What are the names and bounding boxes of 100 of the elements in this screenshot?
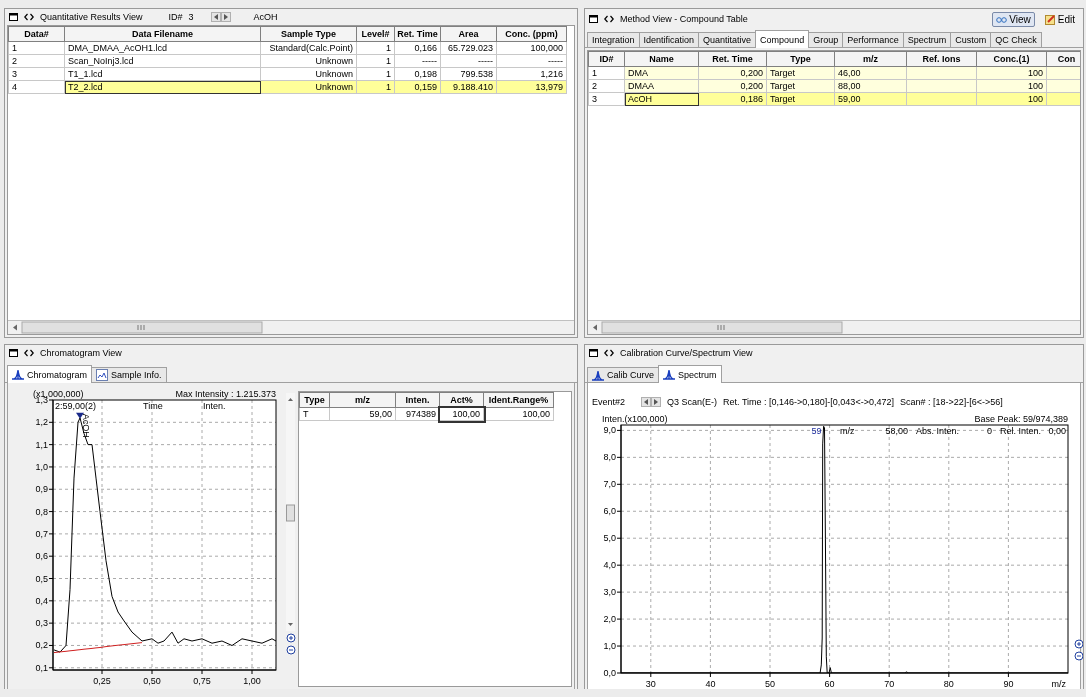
tab[interactable]: Spectrum — [902, 32, 952, 47]
column-header[interactable]: m/z — [834, 51, 907, 67]
table-cell: ----- — [440, 54, 497, 68]
tick-label: 50 — [765, 679, 775, 689]
table-cell: Scan_NoInj3.lcd — [64, 54, 261, 68]
view-title: Chromatogram View — [40, 348, 122, 358]
column-header[interactable]: Area — [440, 26, 497, 42]
tick-label: 4,0 — [603, 560, 616, 571]
table-cell: ----- — [394, 54, 441, 68]
id-label: ID# — [168, 12, 183, 22]
column-header[interactable]: Name — [624, 51, 699, 67]
peak-icon — [592, 369, 604, 381]
table-cell: Target — [766, 79, 835, 93]
tick-label: 0,9 — [35, 484, 48, 495]
pencil-icon — [1044, 13, 1056, 25]
tick-label: 1,0 — [35, 461, 48, 472]
axis-label: m/z — [1051, 679, 1066, 689]
window-icon[interactable] — [9, 349, 18, 357]
angle-brackets-icon[interactable] — [604, 15, 614, 23]
tick-label: 80 — [943, 679, 954, 689]
tab[interactable]: Identification — [638, 32, 700, 47]
window-icon[interactable] — [589, 15, 598, 23]
table-cell: 0,166 — [394, 41, 441, 55]
tick-label: 1,1 — [35, 439, 48, 450]
horizontal-scrollbar[interactable] — [588, 320, 1080, 334]
event-label: Event#2 — [592, 397, 626, 407]
table-cell: Standard(Calc.Point) — [260, 41, 357, 55]
zoom-in-icon[interactable] — [1074, 639, 1083, 649]
table-cell: Unknown — [260, 67, 357, 81]
tick-label: 60 — [824, 679, 835, 689]
tab[interactable]: Integration — [587, 32, 640, 47]
angle-brackets-icon[interactable] — [24, 13, 34, 21]
zoom-in-icon[interactable] — [285, 633, 296, 643]
table-cell: 0,159 — [394, 80, 441, 94]
zoom-out-icon[interactable] — [285, 645, 296, 655]
tab[interactable]: Chromatogram — [7, 365, 93, 383]
view-title: Method View - Compound Table — [620, 14, 748, 24]
readout-text: Inten. — [203, 401, 226, 411]
id-value: 3 — [188, 12, 194, 22]
tick-label: 3,0 — [603, 587, 616, 598]
next-button[interactable] — [651, 397, 662, 407]
column-header[interactable]: Ref. Ions — [906, 51, 977, 67]
peak-label: 59 — [811, 426, 822, 436]
column-header[interactable]: Level# — [356, 26, 395, 42]
next-button[interactable] — [221, 12, 232, 22]
edit-button[interactable]: Edit — [1040, 11, 1079, 27]
left-arrow-icon — [644, 399, 649, 405]
column-header[interactable]: Sample Type — [260, 26, 357, 42]
table-cell: 9.188.410 — [440, 80, 497, 94]
previous-button[interactable] — [641, 397, 652, 407]
tab[interactable]: Spectrum — [658, 365, 722, 383]
column-header[interactable]: Data# — [8, 26, 65, 42]
tick-label: 0,3 — [35, 618, 48, 629]
column-header[interactable]: Conc.(1) — [976, 51, 1047, 67]
tab[interactable]: Sample Info. — [91, 367, 167, 382]
table-cell: 59,00 — [834, 92, 907, 106]
view-title: Calibration Curve/Spectrum View — [620, 348, 753, 358]
column-header[interactable]: Con — [1046, 51, 1080, 67]
tab[interactable]: Compound — [755, 30, 810, 48]
angle-brackets-icon[interactable] — [604, 349, 614, 357]
column-header[interactable]: ID# — [588, 51, 625, 67]
right-arrow-icon — [224, 14, 229, 20]
column-header[interactable]: Data Filename — [64, 26, 261, 42]
tab[interactable]: Custom — [950, 32, 992, 47]
view-button[interactable]: View — [992, 11, 1035, 27]
column-header[interactable]: Type — [766, 51, 835, 67]
vertical-scrollbar[interactable] — [286, 393, 295, 631]
window-icon[interactable] — [589, 349, 598, 357]
window-icon[interactable] — [9, 13, 18, 21]
scan-type: Q3 Scan(E-) — [667, 397, 718, 407]
table-cell: 0,186 — [698, 92, 767, 106]
peak-label: AcOH — [81, 413, 91, 438]
tick-label: 0,25 — [93, 676, 111, 686]
column-header[interactable]: m/z — [329, 392, 396, 408]
tick-label: 6,0 — [603, 506, 616, 517]
column-header[interactable]: Ret. Time — [698, 51, 767, 67]
tick-label: 0,4 — [35, 595, 48, 606]
column-header[interactable]: Inten. — [395, 392, 440, 408]
retention-time-range: Ret. Time : [0,146->0,180]-[0,043<->0,472] — [723, 397, 894, 407]
column-header[interactable]: Ident.Range% — [483, 392, 554, 408]
horizontal-scrollbar[interactable] — [8, 320, 574, 334]
tick-label: 0,7 — [35, 528, 48, 539]
table-cell: 1 — [356, 41, 395, 55]
readout-text: Abs. Inten. — [916, 426, 960, 436]
column-header[interactable]: Ret. Time — [394, 26, 441, 42]
tick-label: 7,0 — [603, 479, 616, 490]
column-header[interactable]: Conc. (ppm) — [496, 26, 567, 42]
tab[interactable]: Quantitative — [698, 32, 757, 47]
tick-label: 70 — [884, 679, 895, 689]
table-cell: T1_1.lcd — [64, 67, 261, 81]
table-cell: Unknown — [260, 54, 357, 68]
tab[interactable]: Performance — [842, 32, 904, 47]
previous-button[interactable] — [211, 12, 222, 22]
angle-brackets-icon[interactable] — [24, 349, 34, 357]
tick-label: 0,50 — [143, 676, 161, 686]
tab[interactable]: QC Check — [990, 32, 1042, 47]
document-icon — [96, 369, 109, 381]
column-header[interactable]: Type — [299, 392, 330, 408]
tab[interactable]: Calib Curve — [587, 367, 660, 382]
zoom-out-icon[interactable] — [1074, 651, 1083, 661]
